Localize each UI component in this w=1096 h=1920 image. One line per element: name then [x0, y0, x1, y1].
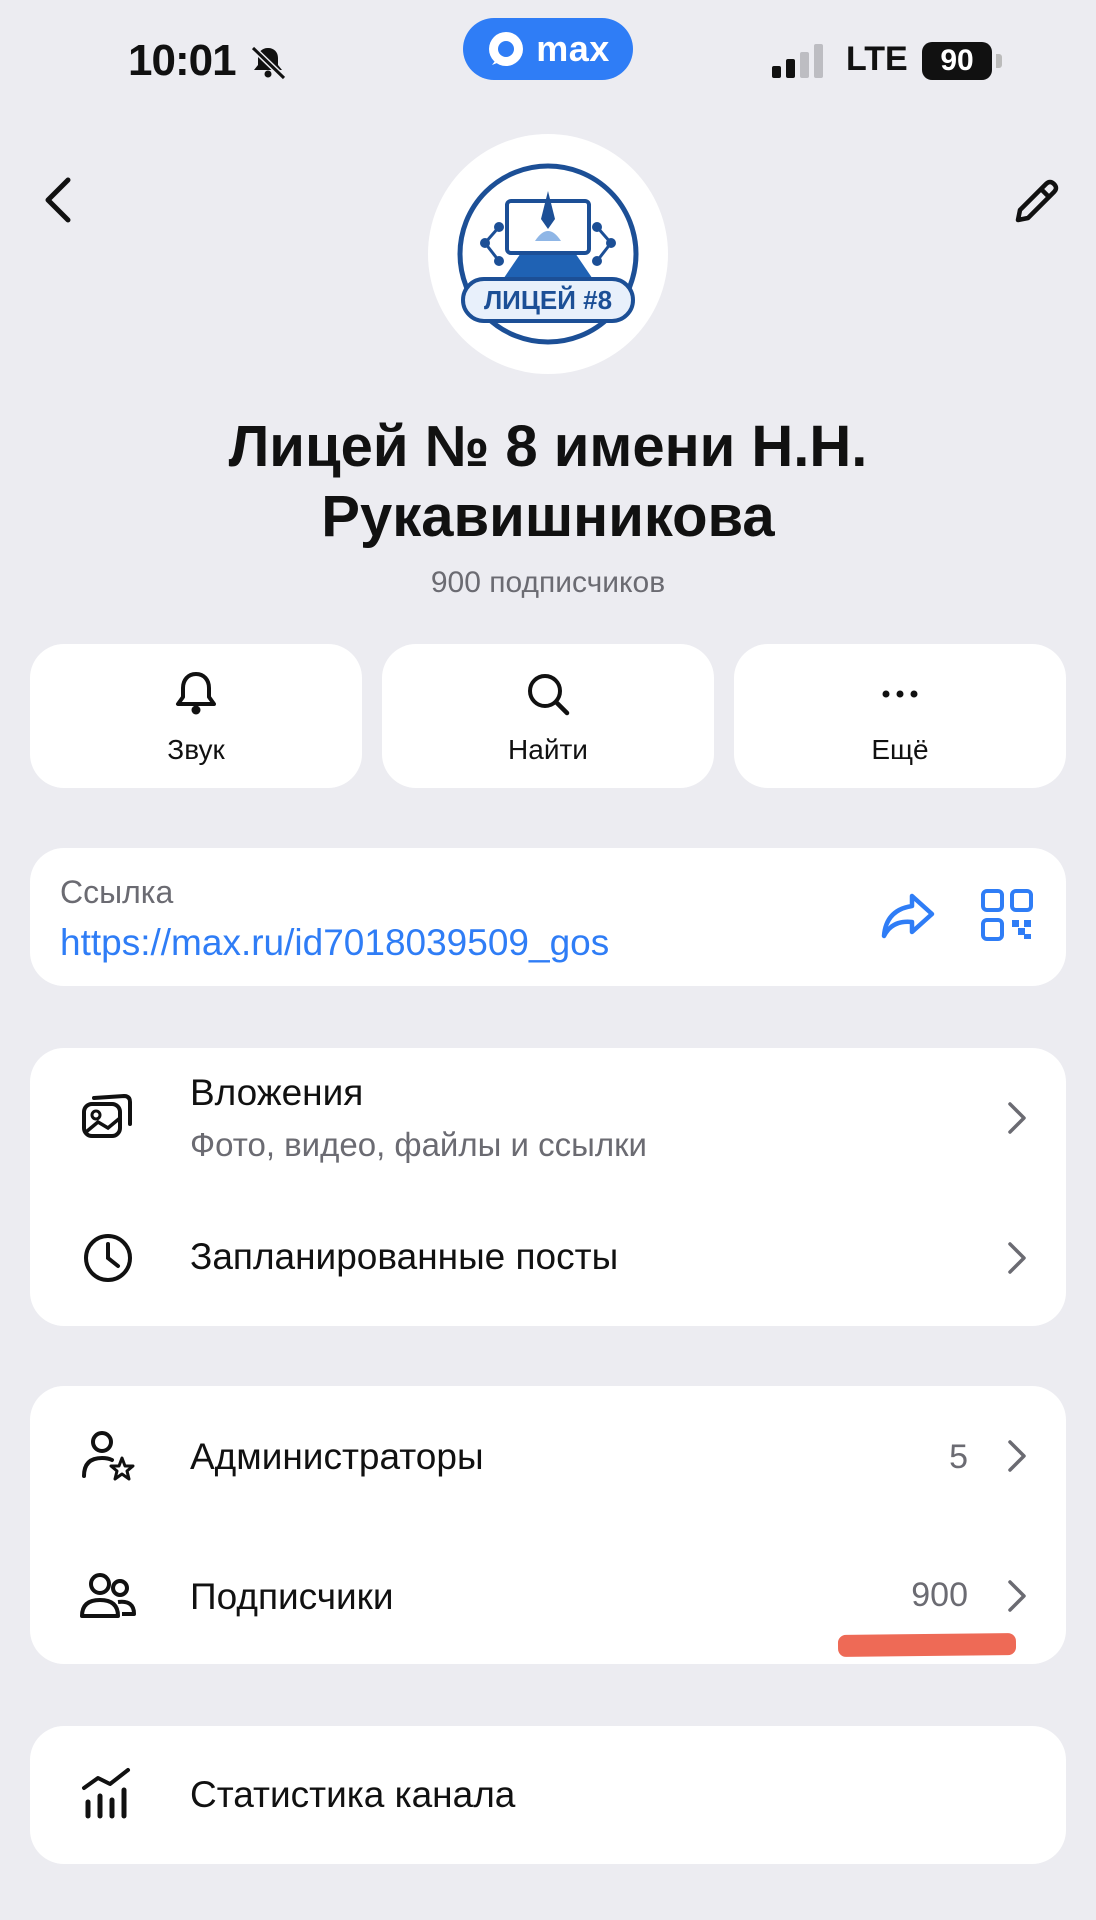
chevron-right-icon [1008, 1440, 1026, 1472]
status-bar: 10:01 max LTE 90 [0, 0, 1096, 120]
edit-button[interactable] [1004, 170, 1068, 234]
bell-icon [176, 672, 216, 715]
highlight-underline [837, 1633, 1017, 1657]
chart-icon [82, 1768, 130, 1819]
network-type: LTE [846, 40, 908, 78]
subscribers-count-text: 900 подписчиков [430, 566, 666, 599]
max-logo-icon [489, 32, 524, 66]
app-pill-label: max [536, 28, 610, 69]
more-button[interactable]: Ещё [734, 644, 1066, 788]
share-icon[interactable] [878, 888, 938, 944]
more-button-label: Ещё [871, 734, 929, 765]
attachments-subtitle: Фото, видео, файлы и ссылки [190, 1126, 647, 1163]
more-icon [882, 690, 918, 698]
members-card: Администраторы 5 Подписчики 900 [30, 1386, 1066, 1664]
svg-text:ЛИЦЕЙ #8: ЛИЦЕЙ #8 [484, 285, 612, 315]
pencil-icon [1015, 179, 1059, 223]
search-icon [528, 674, 570, 716]
clock-icon [84, 1234, 132, 1282]
search-button-label: Найти [508, 734, 588, 765]
content-card: Вложения Фото, видео, файлы и ссылки Зап… [30, 1048, 1066, 1326]
link-card: Ссылка https://max.ru/id7018039509_gos [30, 848, 1066, 986]
app-pill[interactable]: max [463, 18, 633, 80]
chevron-right-icon [1008, 1580, 1026, 1612]
signal-icon [772, 44, 823, 78]
channel-stats-row[interactable]: Статистика канала [30, 1726, 1066, 1864]
attachments-title: Вложения [190, 1072, 364, 1113]
battery-level: 90 [922, 42, 992, 80]
administrators-row[interactable]: Администраторы 5 [30, 1386, 1066, 1526]
sound-button[interactable]: Звук [30, 644, 362, 788]
administrators-title: Администраторы [190, 1436, 484, 1477]
channel-link[interactable]: https://max.ru/id7018039509_gos [60, 922, 609, 964]
subscribers-title: Подписчики [190, 1576, 394, 1617]
channel-stats-title: Статистика канала [190, 1774, 516, 1815]
lyceum-logo: ЛИЦЕЙ #8 [457, 163, 639, 345]
bell-muted-icon [250, 45, 287, 81]
subscribers-count: 900 [911, 1576, 968, 1614]
link-label: Ссылка [60, 874, 174, 910]
chevron-right-icon [1008, 1242, 1026, 1274]
status-time: 10:01 [128, 36, 237, 85]
action-buttons: Звук Найти Ещё [30, 644, 1066, 788]
people-icon [80, 1573, 136, 1618]
search-button[interactable]: Найти [382, 644, 714, 788]
sound-button-label: Звук [167, 734, 225, 765]
qr-code-icon[interactable] [980, 888, 1034, 942]
stats-card: Статистика канала [30, 1726, 1066, 1864]
scheduled-posts-row[interactable]: Запланированные посты [30, 1188, 1066, 1326]
chevron-right-icon [1008, 1102, 1026, 1134]
attachments-row[interactable]: Вложения Фото, видео, файлы и ссылки [30, 1048, 1066, 1188]
admin-icon [82, 1431, 135, 1481]
chevron-left-icon [45, 177, 71, 223]
channel-avatar[interactable]: ЛИЦЕЙ #8 [428, 134, 668, 374]
back-button[interactable] [28, 170, 88, 230]
scheduled-posts-title: Запланированные посты [190, 1236, 619, 1277]
battery-icon: 90 [922, 42, 1002, 80]
administrators-count: 5 [949, 1438, 968, 1476]
channel-title: Лицей № 8 имени Н.Н. Рукавишникова [228, 414, 868, 549]
gallery-icon [82, 1093, 132, 1138]
